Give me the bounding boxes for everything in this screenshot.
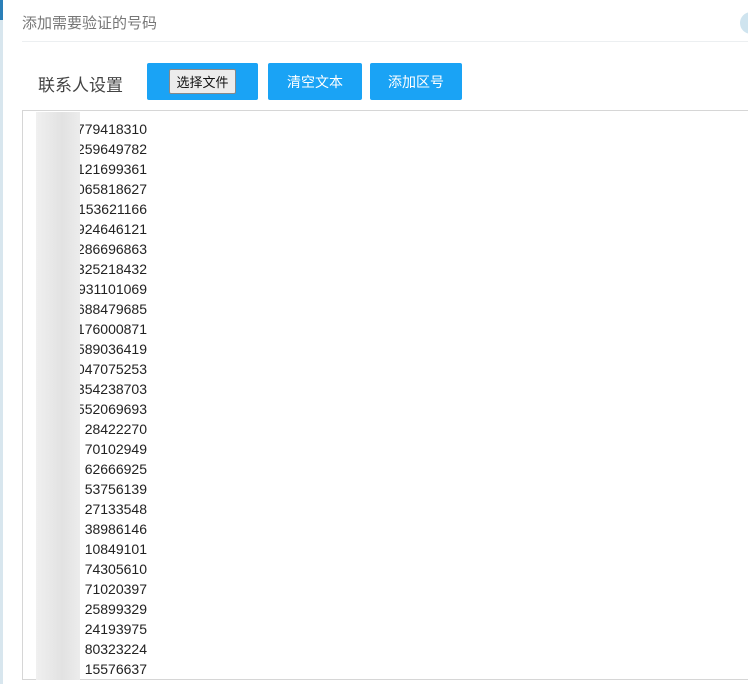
- dialog-title: 添加需要验证的号码: [22, 15, 158, 32]
- choose-file-container: 选择文件: [147, 63, 258, 100]
- title-divider: [22, 41, 748, 42]
- window-edge: [0, 0, 3, 684]
- choose-file-button[interactable]: 选择文件: [169, 69, 236, 94]
- add-area-code-button[interactable]: 添加区号: [370, 63, 462, 100]
- redaction-block: [36, 112, 80, 680]
- clear-text-button[interactable]: 清空文本: [268, 63, 362, 100]
- contact-settings-label: 联系人设置: [38, 76, 123, 95]
- close-icon[interactable]: [740, 12, 748, 34]
- window-edge-accent: [0, 0, 3, 20]
